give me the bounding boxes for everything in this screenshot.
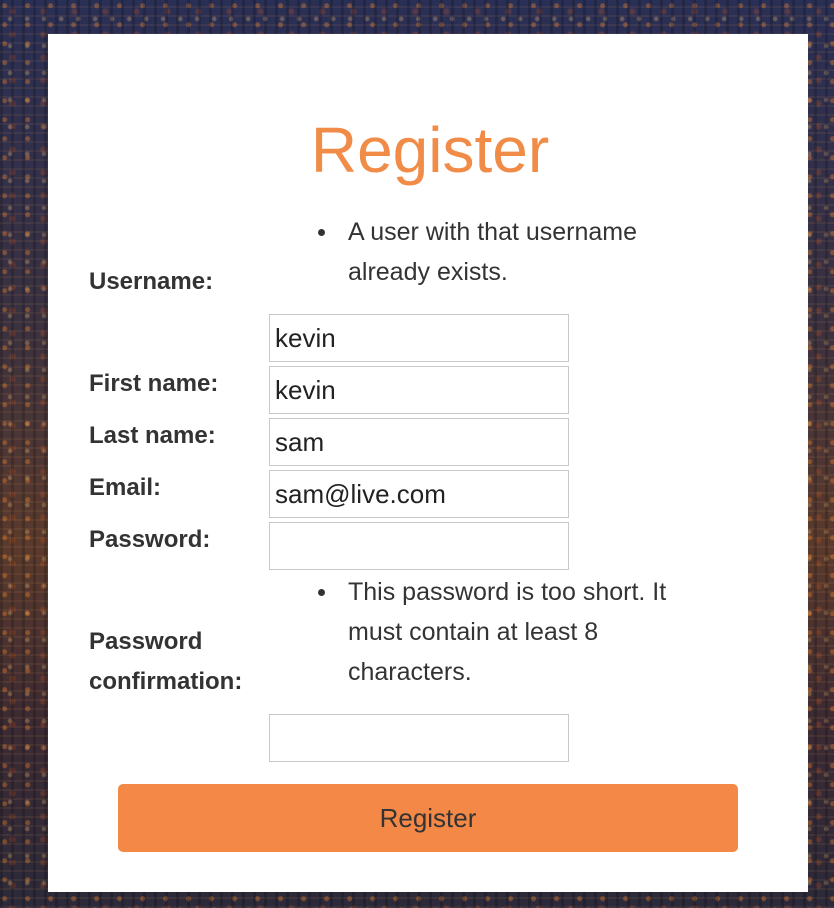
password-input[interactable] — [269, 522, 569, 570]
password-confirmation-label: Password confirmation: — [89, 622, 242, 702]
first-name-label: First name: — [89, 370, 219, 397]
email-input[interactable] — [269, 470, 569, 518]
password-label: Password: — [89, 526, 211, 553]
page-title: Register — [310, 114, 550, 186]
password-error-line-1: This password is too short. It — [348, 578, 667, 606]
username-error-list: A user with that username already exists… — [317, 212, 638, 292]
first-name-input[interactable] — [269, 366, 569, 414]
register-button[interactable]: Register — [118, 784, 738, 852]
password-error-line-3: characters. — [348, 658, 472, 686]
username-error-line-2: already exists. — [348, 258, 508, 286]
username-error-line-1: A user with that username — [348, 218, 638, 246]
password-confirmation-label-line-2: confirmation: — [89, 668, 243, 695]
last-name-input[interactable] — [269, 418, 569, 466]
last-name-label: Last name: — [89, 422, 216, 449]
password-error: This password is too short. It must cont… — [317, 572, 667, 692]
username-error: A user with that username already exists… — [317, 212, 638, 292]
password-confirmation-label-line-1: Password — [89, 628, 203, 655]
username-label: Username: — [89, 268, 214, 295]
password-error-line-2: must contain at least 8 — [348, 618, 599, 646]
username-input[interactable] — [269, 314, 569, 362]
password-confirmation-input[interactable] — [269, 714, 569, 762]
email-label: Email: — [89, 474, 162, 501]
password-error-list: This password is too short. It must cont… — [317, 572, 667, 692]
